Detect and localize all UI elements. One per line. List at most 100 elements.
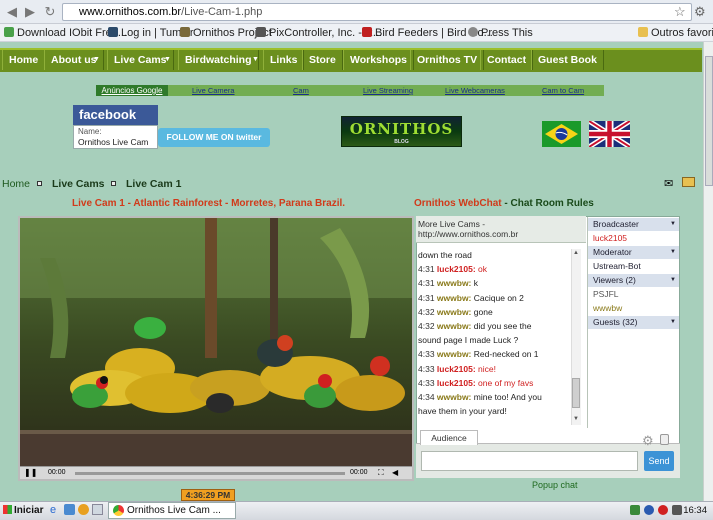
quicklaunch-icon[interactable]	[78, 504, 89, 515]
settings-gear-icon[interactable]: ⚙	[642, 433, 654, 449]
breadcrumb-separator	[111, 181, 116, 186]
popup-chat-link[interactable]: Popup chat	[532, 480, 578, 490]
collapse-icon: ▼	[670, 319, 676, 325]
lock-icon[interactable]	[660, 434, 669, 445]
nav-contact[interactable]: Contact	[480, 50, 534, 70]
back-arrow-icon[interactable]: ◀	[4, 4, 20, 20]
chat-username[interactable]: wwwbw:	[437, 278, 471, 288]
breadcrumb-home[interactable]: Home	[2, 178, 30, 190]
pause-icon[interactable]: ❚❚	[24, 468, 37, 477]
quicklaunch-icon[interactable]	[92, 504, 103, 515]
iobit-icon	[4, 27, 14, 37]
nav-birdwatching[interactable]: Birdwatching	[178, 50, 259, 70]
ornithos-icon	[180, 27, 190, 37]
breadcrumb-live-cams[interactable]: Live Cams	[52, 178, 105, 190]
bookmark-press-this[interactable]: Press This	[468, 26, 533, 40]
nav-guest-book[interactable]: Guest Book	[531, 50, 604, 70]
ornithos-link[interactable]: http://www.ornithos.com.br	[418, 229, 584, 239]
chat-username[interactable]: wwwbw:	[437, 321, 471, 331]
facebook-badge-title[interactable]: facebook	[73, 105, 158, 125]
system-tray: 16:34	[628, 502, 713, 519]
chat-message-input[interactable]	[421, 451, 638, 471]
address-bar[interactable]: www.ornithos.com.br/Live-Cam-1.php	[62, 3, 692, 21]
chat-username[interactable]: wwwbw:	[437, 392, 471, 402]
page-scrollbar[interactable]	[703, 42, 713, 501]
folder-icon	[638, 27, 648, 37]
guests-header[interactable]: Guests (32) ▼	[588, 316, 679, 329]
chat-username[interactable]: wwwbw:	[437, 307, 471, 317]
tray-icon[interactable]	[644, 505, 654, 515]
chevron-down-icon: ▼	[252, 56, 259, 63]
video-time-right: 00:00	[350, 469, 368, 476]
chat-message: have them in your yard!	[418, 406, 507, 417]
scroll-down-icon[interactable]: ▼	[573, 416, 579, 422]
chat-message: 4:32 wwwbw: did you see the	[418, 321, 532, 332]
chat-scrollbar-thumb[interactable]	[572, 378, 580, 408]
press-this-icon	[468, 27, 478, 37]
chat-username[interactable]: wwwbw:	[437, 293, 471, 303]
chat-message: sound page I made Luck ?	[418, 335, 519, 346]
chat-message: 4:33 luck2105: nice!	[418, 363, 497, 374]
tray-icon[interactable]	[630, 505, 640, 515]
volume-icon[interactable]: ◀	[392, 468, 398, 477]
ad-link-live-webcameras[interactable]: Live Webcameras	[445, 85, 505, 96]
viewers-header[interactable]: Viewers (2) ▼	[588, 274, 679, 287]
chat-room-rules-link[interactable]: Chat Room Rules	[510, 198, 593, 209]
nav-links[interactable]: Links	[263, 50, 305, 70]
ad-link-cam-to-cam[interactable]: Cam to Cam	[542, 85, 584, 96]
ad-link-cam[interactable]: Cam	[293, 85, 309, 96]
fullscreen-icon[interactable]: ⛶	[378, 468, 384, 478]
google-ads-label[interactable]: Anúncios Google	[96, 85, 168, 96]
ie-icon[interactable]: e	[50, 504, 56, 516]
facebook-badge[interactable]: Name: Ornithos Live Cam	[73, 125, 158, 149]
brazil-flag-icon[interactable]	[542, 121, 581, 147]
windows-taskbar	[0, 501, 713, 520]
collapse-icon: ▼	[670, 249, 676, 255]
star-icon[interactable]: ☆	[674, 4, 686, 20]
tray-icon[interactable]	[672, 505, 682, 515]
chat-username[interactable]: luck2105:	[437, 378, 476, 388]
chat-message: 4:31 wwwbw: k	[418, 278, 479, 289]
video-time-left: 00:00	[48, 469, 66, 476]
start-button[interactable]: Iniciar	[0, 501, 44, 520]
reload-icon[interactable]: ↻	[42, 4, 58, 20]
ornithos-blog-logo[interactable]: ORNITHOS BLOG	[341, 116, 462, 147]
video-seek-bar[interactable]	[75, 472, 345, 475]
broadcaster-header[interactable]: Broadcaster ▼	[588, 218, 679, 231]
nav-ornithos-tv[interactable]: Ornithos TV	[410, 50, 485, 70]
audience-tab[interactable]: Audience	[420, 430, 478, 445]
wrench-icon[interactable]: ⚙	[694, 4, 706, 20]
nav-store[interactable]: Store	[302, 50, 343, 70]
moderator-header[interactable]: Moderator ▼	[588, 246, 679, 259]
quicklaunch-icon[interactable]	[64, 504, 75, 515]
chat-message: 4:33 luck2105: one of my favs	[418, 377, 534, 388]
viewer-user[interactable]: PSJFL	[588, 288, 679, 301]
scroll-up-icon[interactable]: ▲	[573, 250, 579, 256]
other-bookmarks[interactable]: Outros favoritos	[638, 26, 713, 40]
chat-message: 4:32 wwwbw: gone	[418, 306, 493, 317]
moderator-user[interactable]: Ustream-Bot	[588, 260, 679, 273]
send-button[interactable]: Send	[644, 451, 674, 471]
chat-username[interactable]: luck2105:	[437, 364, 476, 374]
broadcaster-user[interactable]: luck2105	[588, 232, 679, 245]
live-video-player[interactable]	[18, 216, 414, 481]
ad-link-live-streaming[interactable]: Live Streaming	[363, 85, 413, 96]
taskbar-window-item[interactable]: Ornithos Live Cam ...	[108, 502, 236, 519]
tray-icon[interactable]	[658, 505, 668, 515]
page-scrollbar-thumb[interactable]	[705, 56, 713, 186]
forward-arrow-icon[interactable]: ▶	[22, 4, 38, 20]
chat-log[interactable]: down the road 4:31 luck2105: ok 4:31 wwwbw…	[418, 248, 570, 424]
chat-username[interactable]: wwwbw:	[437, 349, 471, 359]
mail-icon[interactable]: ✉	[664, 177, 673, 190]
clock[interactable]: 16:34	[683, 505, 707, 516]
chat-username[interactable]: luck2105:	[437, 264, 476, 274]
uk-flag-icon[interactable]	[587, 118, 632, 150]
chat-message: 4:31 luck2105: ok	[418, 264, 488, 275]
ad-links-bar	[96, 85, 604, 96]
folder-mail-icon[interactable]	[682, 177, 695, 187]
twitter-follow-button[interactable]: FOLLOW ME ON twitter	[158, 128, 270, 147]
nav-home[interactable]: Home	[2, 50, 46, 70]
nav-workshops[interactable]: Workshops	[343, 50, 414, 70]
ad-link-live-camera[interactable]: Live Camera	[192, 85, 235, 96]
viewer-user[interactable]: wwwbw	[588, 302, 679, 315]
